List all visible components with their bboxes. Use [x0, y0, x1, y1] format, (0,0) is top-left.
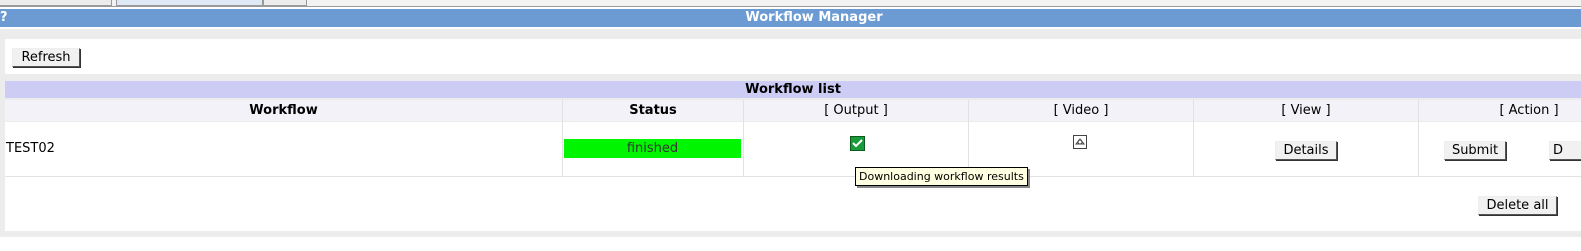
column-header-output: [ Output ]	[744, 100, 968, 121]
window-titlebar: ? Workflow Manager	[0, 9, 1581, 27]
column-divider	[968, 100, 969, 176]
tab-1[interactable]	[0, 0, 112, 6]
video-icon[interactable]	[1073, 135, 1087, 149]
toolbar-area	[5, 39, 1581, 74]
details-button[interactable]: Details	[1275, 141, 1337, 160]
delete-all-button[interactable]: Delete all	[1478, 196, 1557, 215]
column-divider	[1418, 100, 1419, 176]
top-tab-strip	[0, 0, 1581, 7]
column-divider	[1193, 100, 1194, 176]
column-header-status: Status	[563, 100, 743, 121]
column-header-view: [ View ]	[1194, 100, 1418, 121]
column-divider	[743, 100, 744, 176]
window-title: Workflow Manager	[745, 10, 883, 25]
action-button-partial[interactable]: D	[1549, 141, 1581, 160]
list-footer	[5, 177, 1581, 231]
column-header-workflow: Workflow	[5, 100, 562, 121]
submit-button[interactable]: Submit	[1444, 141, 1506, 160]
tooltip: Downloading workflow results	[855, 167, 1028, 186]
tab-3[interactable]	[263, 0, 307, 6]
checkmark-icon[interactable]	[850, 136, 865, 151]
workflow-list-heading: Workflow list	[5, 81, 1581, 98]
workflow-name: TEST02	[6, 141, 55, 156]
table-row	[5, 122, 1581, 177]
refresh-button[interactable]: Refresh	[12, 48, 80, 67]
column-header-action: [ Action ]	[1419, 100, 1581, 121]
status-badge: finished	[564, 139, 741, 158]
tab-2-active[interactable]	[116, 0, 263, 6]
column-header-video: [ Video ]	[969, 100, 1193, 121]
column-divider	[562, 100, 563, 176]
